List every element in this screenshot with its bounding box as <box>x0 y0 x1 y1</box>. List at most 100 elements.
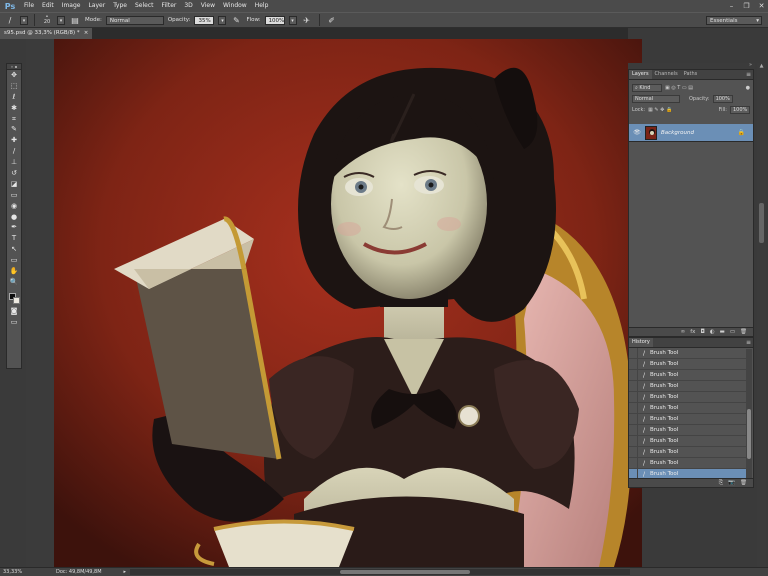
history-scrollbar[interactable] <box>746 349 752 478</box>
tool-preset-dropdown[interactable]: ▾ <box>20 15 28 25</box>
document-tab[interactable]: s95.psd @ 33,3% (RGB/8) * × <box>0 28 93 39</box>
flow-dropdown[interactable]: ▾ <box>288 15 297 25</box>
history-source-checkbox[interactable] <box>629 348 638 359</box>
delete-state-icon[interactable]: 🗑 <box>740 480 747 486</box>
history-source-checkbox[interactable] <box>629 369 638 381</box>
history-source-checkbox[interactable] <box>629 380 638 392</box>
tab-channels[interactable]: Channels <box>652 70 681 79</box>
trash-icon[interactable]: 🗑 <box>740 329 747 335</box>
marquee-icon[interactable]: ⬚ <box>7 81 21 92</box>
close-button[interactable]: ✕ <box>757 2 766 10</box>
lock-options-icons[interactable]: ▦ ✎ ✥ 🔒 <box>648 107 672 113</box>
history-item[interactable]: / Brush Tool <box>629 358 746 370</box>
new-group-icon[interactable]: ▬ <box>720 329 725 335</box>
menu-filter[interactable]: Filter <box>158 0 181 12</box>
history-item[interactable]: / Brush Tool <box>629 402 746 414</box>
history-item[interactable]: / Brush Tool <box>629 457 746 469</box>
history-source-checkbox[interactable] <box>629 413 638 425</box>
workspace-switcher[interactable]: Essentials ▾ <box>706 16 762 25</box>
panel-scrollbar[interactable]: ▲ <box>757 63 766 567</box>
brush-icon[interactable]: / <box>7 146 21 157</box>
hand-icon[interactable]: ✋ <box>7 266 21 277</box>
layer-opacity-input[interactable]: 100% <box>712 94 733 103</box>
history-source-checkbox[interactable] <box>629 391 638 403</box>
pressure-opacity-icon[interactable]: ✎ <box>230 15 242 26</box>
menu-help[interactable]: Help <box>251 0 273 12</box>
flow-input[interactable]: 100% <box>264 15 285 25</box>
airbrush-icon[interactable]: ✈ <box>301 15 313 26</box>
menu-layer[interactable]: Layer <box>84 0 109 12</box>
menu-type[interactable]: Type <box>109 0 131 12</box>
gradient-icon[interactable]: ▭ <box>7 190 21 201</box>
menu-image[interactable]: Image <box>58 0 85 12</box>
history-item[interactable]: / Brush Tool <box>629 380 746 392</box>
filter-toggle-icon[interactable]: ● <box>746 85 750 91</box>
new-document-from-state-icon[interactable]: ⎘ <box>719 480 723 487</box>
history-item[interactable]: / Brush Tool <box>629 424 746 436</box>
brush-tool-preset-icon[interactable]: / <box>4 15 16 26</box>
shape-icon[interactable]: ▭ <box>7 255 21 266</box>
history-item[interactable]: / Brush Tool <box>629 369 746 381</box>
history-item[interactable]: / Brush Tool <box>629 446 746 458</box>
blur-icon[interactable]: ◉ <box>7 201 21 212</box>
add-mask-icon[interactable]: ◘ <box>700 329 704 335</box>
artwork-canvas[interactable] <box>54 39 642 567</box>
menu-file[interactable]: File <box>20 0 38 12</box>
crop-icon[interactable]: ⌗ <box>7 114 21 125</box>
quick-mask-icon[interactable]: ◙ <box>7 306 21 317</box>
horizontal-scroll-thumb[interactable] <box>340 570 470 574</box>
fill-input[interactable]: 100% <box>730 105 750 114</box>
history-source-checkbox[interactable] <box>629 457 638 469</box>
link-layers-icon[interactable]: ∞ <box>681 329 686 335</box>
horizontal-scrollbar[interactable] <box>130 569 630 575</box>
panel-scroll-thumb[interactable] <box>759 203 764 243</box>
history-item[interactable]: / Brush Tool <box>629 348 746 359</box>
minimize-button[interactable]: – <box>727 2 736 10</box>
filter-icons[interactable]: ▣ ◎ T ▭ ▤ <box>665 85 693 91</box>
eyedropper-icon[interactable]: ✎ <box>7 124 21 135</box>
collapse-panels-icon[interactable]: » <box>749 62 752 68</box>
layer-filter-select[interactable]: ⌕ Kind <box>632 83 662 92</box>
opacity-dropdown[interactable]: ▾ <box>218 15 227 25</box>
eye-icon[interactable]: 👁 <box>633 129 641 137</box>
quick-select-icon[interactable]: ✱ <box>7 103 21 114</box>
zoom-icon[interactable]: 🔍 <box>7 277 21 288</box>
menu-3d[interactable]: 3D <box>180 0 196 12</box>
history-source-checkbox[interactable] <box>629 446 638 458</box>
background-color-swatch[interactable] <box>13 296 20 304</box>
tab-paths[interactable]: Paths <box>681 70 701 79</box>
path-select-icon[interactable]: ↖ <box>7 244 21 255</box>
status-menu-icon[interactable]: ▸ <box>102 569 127 575</box>
history-scroll-thumb[interactable] <box>747 409 751 459</box>
canvas-area[interactable] <box>26 39 642 567</box>
brush-size-picker[interactable]: • 20 <box>41 15 53 26</box>
layer-row-background[interactable]: 👁 Background 🔒 <box>629 124 753 142</box>
spot-heal-icon[interactable]: ✚ <box>7 135 21 146</box>
opacity-input[interactable]: 35% <box>194 15 215 25</box>
dodge-icon[interactable]: ● <box>7 212 21 223</box>
history-source-checkbox[interactable] <box>629 424 638 436</box>
clone-stamp-icon[interactable]: ⊥ <box>7 157 21 168</box>
history-source-checkbox[interactable] <box>629 435 638 447</box>
new-layer-icon[interactable]: ▭ <box>730 329 735 335</box>
snapshot-icon[interactable]: 📷 <box>728 480 735 486</box>
adjustment-layer-icon[interactable]: ◐ <box>710 329 715 335</box>
brush-panel-toggle-icon[interactable]: ▤ <box>69 15 81 26</box>
type-icon[interactable]: T <box>7 233 21 244</box>
tab-layers[interactable]: Layers <box>629 70 652 79</box>
brush-picker-dropdown[interactable]: ▾ <box>57 15 65 25</box>
tab-history[interactable]: History <box>629 338 653 347</box>
history-source-checkbox[interactable] <box>629 358 638 370</box>
eraser-icon[interactable]: ◪ <box>7 179 21 190</box>
scroll-up-icon[interactable]: ▲ <box>757 63 766 69</box>
menu-view[interactable]: View <box>197 0 219 12</box>
pen-icon[interactable]: ✒ <box>7 222 21 233</box>
history-brush-icon[interactable]: ↺ <box>7 168 21 179</box>
restore-button[interactable]: ❐ <box>742 2 751 10</box>
history-item[interactable]: / Brush Tool <box>629 435 746 447</box>
panel-menu-icon[interactable]: ≡ <box>746 71 751 78</box>
screen-mode-icon[interactable]: ▭ <box>7 317 21 328</box>
menu-edit[interactable]: Edit <box>38 0 58 12</box>
move-icon[interactable]: ✥ <box>7 70 21 81</box>
close-tab-icon[interactable]: × <box>84 28 89 39</box>
